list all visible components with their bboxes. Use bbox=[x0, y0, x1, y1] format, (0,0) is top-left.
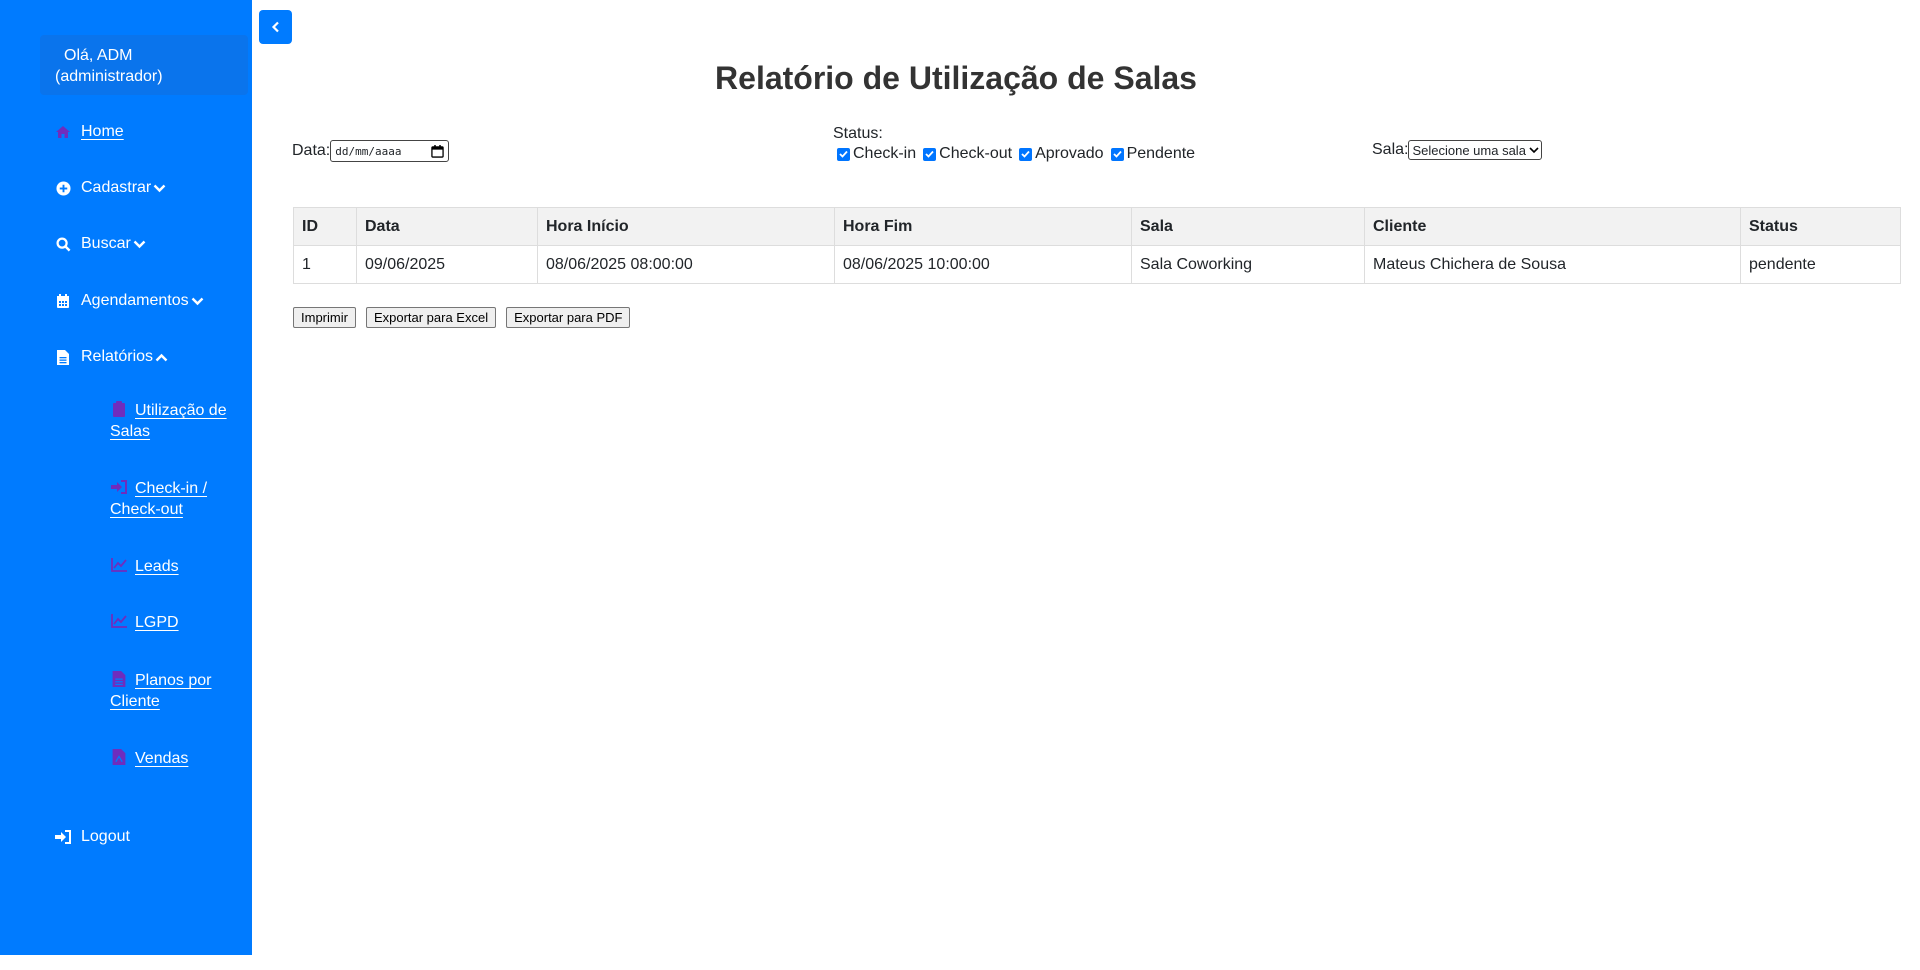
sidebar-item-buscar[interactable]: Buscar bbox=[55, 235, 146, 253]
chevron-down-icon bbox=[1529, 147, 1539, 154]
submenu-item-label: Vendas bbox=[135, 750, 189, 767]
sidebar-item-logout[interactable]: Logout bbox=[55, 828, 130, 846]
sidebar-item-label: Agendamentos bbox=[81, 292, 189, 309]
status-label: Status: bbox=[833, 125, 883, 142]
checkbox-checkin[interactable] bbox=[837, 147, 850, 161]
checkbox-aprovado[interactable] bbox=[1019, 147, 1033, 161]
table-cell: 1 bbox=[293, 245, 357, 284]
submenu-item-lgpd[interactable]: LGPD bbox=[110, 612, 230, 633]
sidebar-item-label: Buscar bbox=[81, 235, 131, 252]
submenu-item-vendas[interactable]: Vendas bbox=[110, 748, 230, 769]
file-pdf-icon bbox=[112, 749, 126, 765]
sidebar-item-label: Home bbox=[81, 123, 124, 140]
checkbox-label: Pendente bbox=[1126, 145, 1196, 162]
calendar-icon bbox=[55, 293, 71, 309]
greeting-name: Olá, ADM bbox=[64, 47, 133, 64]
date-filter: Data: dd/mm/aaaa bbox=[292, 140, 450, 162]
checkbox-label: Aprovado bbox=[1035, 145, 1104, 162]
date-input[interactable]: dd/mm/aaaa bbox=[330, 140, 450, 162]
submenu-item-planos-cliente[interactable]: Planos por Cliente bbox=[110, 670, 230, 712]
submenu-item-label: Utilização de Salas bbox=[110, 402, 227, 440]
sidebar-item-label: Cadastrar bbox=[81, 179, 152, 196]
sign-in-icon bbox=[111, 480, 127, 494]
status-filter: Status: Check-in Check-out Aprovado Pend… bbox=[833, 125, 1198, 163]
user-greeting: Olá, ADM (administrador) bbox=[40, 35, 248, 95]
file-icon bbox=[112, 671, 126, 687]
sidebar: Olá, ADM (administrador) Home Cadastrar … bbox=[0, 0, 252, 955]
home-icon bbox=[55, 124, 71, 140]
chevron-up-icon bbox=[155, 353, 168, 362]
status-option-checkout[interactable]: Check-out bbox=[919, 145, 1012, 163]
sidebar-item-label: Logout bbox=[81, 828, 130, 845]
checkbox-checkout[interactable] bbox=[923, 147, 937, 161]
sign-out-icon bbox=[55, 829, 71, 845]
sidebar-item-relatorios[interactable]: Relatórios bbox=[55, 348, 168, 366]
table-row: 1 09/06/2025 08/06/2025 08:00:00 08/06/2… bbox=[293, 245, 1901, 284]
room-filter: Sala: Selecione uma sala bbox=[1372, 140, 1542, 160]
column-header-hora-inicio: Hora Início bbox=[537, 207, 835, 246]
status-option-checkin[interactable]: Check-in bbox=[833, 145, 916, 163]
clipboard-icon bbox=[113, 401, 125, 417]
column-header-status: Status bbox=[1740, 207, 1901, 246]
sidebar-item-agendamentos[interactable]: Agendamentos bbox=[55, 292, 204, 310]
checkbox-label: Check-in bbox=[853, 145, 917, 162]
chevron-down-icon bbox=[191, 297, 204, 306]
chart-line-icon bbox=[111, 558, 127, 572]
table-header-row: ID Data Hora Início Hora Fim Sala Client… bbox=[293, 207, 1901, 246]
checkbox-pendente[interactable] bbox=[1110, 147, 1124, 161]
date-placeholder: dd/mm/aaaa bbox=[335, 144, 402, 158]
column-header-id: ID bbox=[293, 207, 357, 246]
collapse-sidebar-button[interactable] bbox=[259, 10, 292, 44]
submenu-item-leads[interactable]: Leads bbox=[110, 556, 230, 577]
submenu-item-label: LGPD bbox=[135, 614, 179, 631]
page-title: Relatório de Utilização de Salas bbox=[715, 60, 1197, 96]
status-option-aprovado[interactable]: Aprovado bbox=[1015, 145, 1104, 163]
submenu-item-checkin-checkout[interactable]: Check-in / Check-out bbox=[110, 478, 230, 520]
room-label: Sala: bbox=[1372, 141, 1409, 158]
column-header-data: Data bbox=[356, 207, 538, 246]
file-icon bbox=[55, 349, 71, 365]
table-cell: 08/06/2025 10:00:00 bbox=[834, 245, 1132, 284]
plus-circle-icon bbox=[55, 180, 71, 196]
column-header-hora-fim: Hora Fim bbox=[834, 207, 1132, 246]
chevron-down-icon bbox=[153, 184, 166, 193]
sidebar-item-home[interactable]: Home bbox=[55, 123, 124, 141]
date-label: Data: bbox=[292, 142, 331, 159]
chevron-left-icon bbox=[271, 21, 279, 33]
sidebar-item-label: Relatórios bbox=[81, 348, 154, 365]
chevron-down-icon bbox=[133, 240, 146, 249]
greeting-role: (administrador) bbox=[55, 68, 163, 85]
submenu-item-utilizacao-salas[interactable]: Utilização de Salas bbox=[110, 400, 230, 442]
table-cell: 09/06/2025 bbox=[356, 245, 538, 284]
calendar-icon[interactable] bbox=[431, 144, 444, 158]
column-header-sala: Sala bbox=[1131, 207, 1365, 246]
status-option-pendente[interactable]: Pendente bbox=[1107, 145, 1196, 163]
print-button[interactable]: Imprimir bbox=[293, 307, 356, 328]
table-cell: Mateus Chichera de Sousa bbox=[1364, 245, 1741, 284]
export-actions: Imprimir Exportar para Excel Exportar pa… bbox=[293, 307, 631, 328]
table-cell: Sala Coworking bbox=[1131, 245, 1365, 284]
table-cell: 08/06/2025 08:00:00 bbox=[537, 245, 835, 284]
chart-line-icon bbox=[111, 614, 127, 628]
sidebar-item-cadastrar[interactable]: Cadastrar bbox=[55, 179, 166, 197]
search-icon bbox=[55, 236, 71, 252]
column-header-cliente: Cliente bbox=[1364, 207, 1741, 246]
submenu-item-label: Leads bbox=[135, 558, 179, 575]
export-pdf-button[interactable]: Exportar para PDF bbox=[506, 307, 631, 328]
report-table: ID Data Hora Início Hora Fim Sala Client… bbox=[293, 207, 1901, 284]
checkbox-label: Check-out bbox=[939, 145, 1013, 162]
room-select[interactable]: Selecione uma sala bbox=[1408, 140, 1542, 160]
room-select-value: Selecione uma sala bbox=[1412, 142, 1526, 158]
table-cell: pendente bbox=[1740, 245, 1901, 284]
export-excel-button[interactable]: Exportar para Excel bbox=[365, 307, 497, 328]
